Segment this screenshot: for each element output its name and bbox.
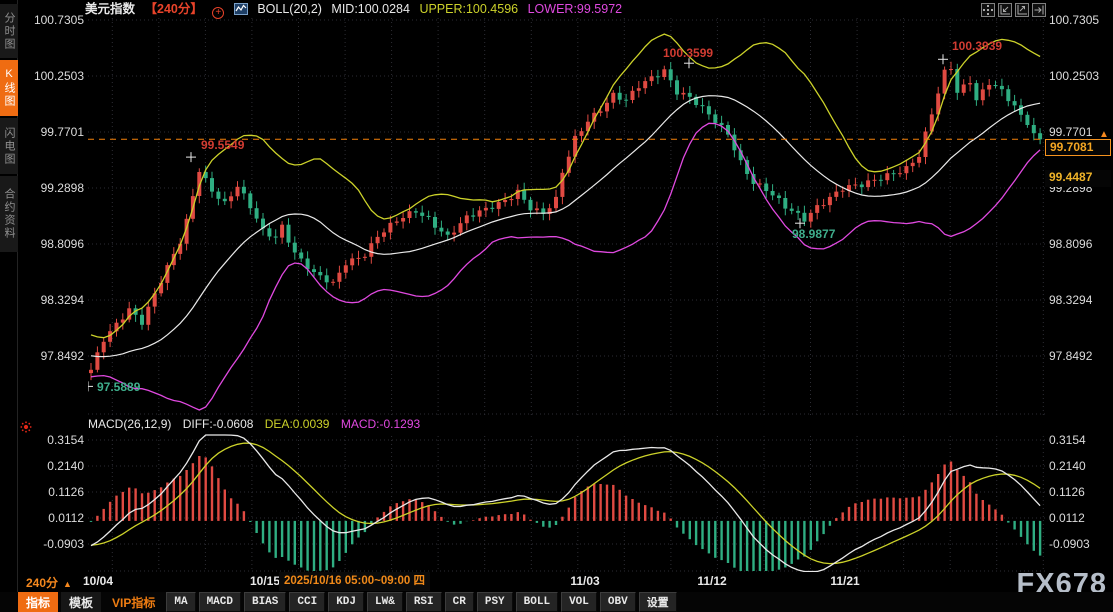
period-badge: 【240分】	[145, 2, 203, 16]
chart-plot[interactable]	[0, 0, 1113, 612]
date-tick: 11/21	[821, 574, 869, 588]
toolbar-item-vol[interactable]: VOL	[561, 592, 597, 612]
axis-scroll-up-icon[interactable]: ▲	[1099, 129, 1109, 140]
macd-header: MACD(26,12,9) DIFF:-0.0608 DEA:0.0039 MA…	[88, 416, 428, 432]
move-icon[interactable]	[981, 3, 995, 17]
toolbar-item-boll[interactable]: BOLL	[516, 592, 558, 612]
sidebar-tab-contract-info[interactable]: 合约资料	[0, 176, 18, 252]
secondary-price-box: 99.4487	[1045, 170, 1111, 187]
period-selector[interactable]: 240分▲	[26, 574, 72, 591]
toolbar-item-rsi[interactable]: RSI	[406, 592, 442, 612]
macd-title: MACD(26,12,9)	[88, 417, 171, 431]
sidebar-tab-kline-chart[interactable]: K线图	[0, 60, 18, 116]
date-tick: 11/03	[561, 574, 609, 588]
symbol-name: 美元指数	[85, 2, 135, 16]
toolbar-item-cr[interactable]: CR	[445, 592, 474, 612]
compress-time-icon[interactable]	[998, 3, 1012, 17]
boll-mid-value: MID:100.0284	[331, 2, 410, 16]
current-price-box: 99.7081	[1045, 139, 1111, 156]
mini-chart-icon	[234, 4, 248, 18]
macd-diff-value: DIFF:-0.0608	[183, 417, 254, 431]
time-axis: 240分▲ 2025/10/16 05:00~09:00 四 10/0410/1…	[0, 572, 1113, 591]
toolbar-item-bias[interactable]: BIAS	[244, 592, 286, 612]
toolbar-item-psy[interactable]: PSY	[477, 592, 513, 612]
toolbar-item-cci[interactable]: CCI	[289, 592, 325, 612]
toolbar-item-[interactable]: 设置	[639, 592, 677, 612]
boll-upper-value: UPPER:100.4596	[419, 2, 518, 16]
toolbar-item-macd[interactable]: MACD	[199, 592, 241, 612]
toolbar-item-[interactable]: 模板	[61, 592, 101, 612]
sidebar-tab-flash-chart[interactable]: 闪电图	[0, 118, 18, 174]
sidebar: 分时图 K线图 闪电图 合约资料	[0, 0, 18, 612]
macd-dea-value: DEA:0.0039	[265, 417, 330, 431]
circle-plus-icon[interactable]: +	[212, 7, 224, 19]
expand-time-icon[interactable]	[1015, 3, 1029, 17]
toolbar-item-[interactable]: 指标	[18, 592, 58, 612]
toolbar-item-kdj[interactable]: KDJ	[328, 592, 364, 612]
boll-label: BOLL(20,2)	[257, 2, 322, 16]
date-tick: 10/04	[74, 574, 122, 588]
macd-hist-value: MACD:-0.1293	[341, 417, 420, 431]
toolbar-item-ma[interactable]: MA	[166, 592, 195, 612]
sidebar-tab-time-chart[interactable]: 分时图	[0, 4, 18, 58]
toolbar-item-lw[interactable]: LW&	[367, 592, 403, 612]
time-range-tooltip: 2025/10/16 05:00~09:00 四	[279, 572, 430, 591]
bottom-toolbar: 指标模板VIP指标MAMACDBIASCCIKDJLW&RSICRPSYBOLL…	[0, 592, 1113, 612]
boll-lower-value: LOWER:99.5972	[528, 2, 623, 16]
date-tick: 11/12	[688, 574, 736, 588]
indicator-alert-icon[interactable]	[20, 420, 32, 438]
toolbar-item-obv[interactable]: OBV	[600, 592, 636, 612]
toolbar-item-vip[interactable]: VIP指标	[104, 592, 163, 612]
chart-toolbar-icons	[981, 3, 1046, 17]
goto-latest-icon[interactable]	[1032, 3, 1046, 17]
up-triangle-icon: ▲	[63, 579, 72, 589]
title-bar: 美元指数 【240分】 + BOLL(20,2) MID:100.0284 UP…	[85, 1, 628, 18]
